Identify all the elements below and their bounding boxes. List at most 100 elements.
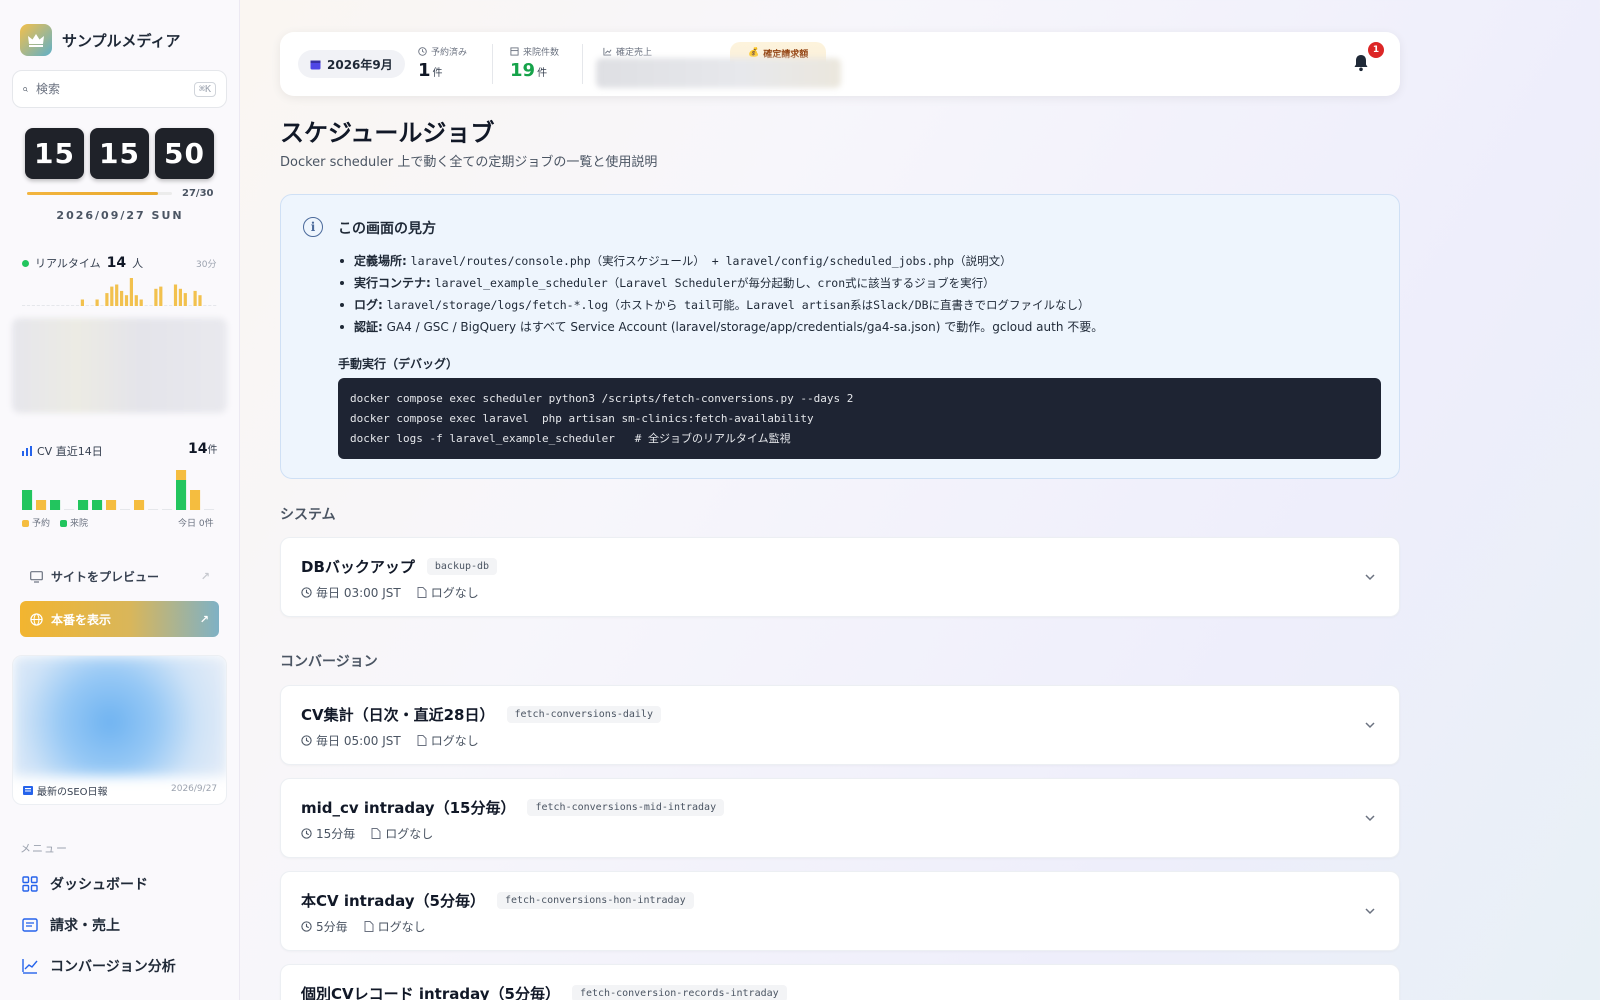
job-card[interactable]: 個別CVレコード intraday（5分毎） fetch-conversion-r… bbox=[280, 964, 1400, 1000]
menu-item-label: 請求・売上 bbox=[50, 918, 120, 934]
realtime-bar bbox=[139, 299, 143, 306]
menu-item-dashboard[interactable]: ダッシュボード bbox=[22, 874, 148, 894]
info-item-container: 実行コンテナ: laravel_example_scheduler（Larave… bbox=[338, 272, 1103, 294]
seo-report-card[interactable]: 最新のSEO日報 2026/9/27 bbox=[12, 655, 227, 805]
job-title: 個別CVレコード intraday（5分毎） bbox=[301, 985, 560, 1000]
realtime-bar-chart bbox=[22, 278, 217, 306]
file-icon bbox=[417, 735, 427, 746]
stat-reserved-label: 予約済み bbox=[431, 48, 468, 58]
job-card[interactable]: CV集計（日次・直近28日） fetch-conversions-daily 毎日… bbox=[280, 685, 1400, 765]
realtime-bar bbox=[144, 305, 148, 306]
realtime-bar bbox=[134, 295, 138, 306]
menu-item-conversion-analysis[interactable]: コンバージョン分析 bbox=[22, 956, 176, 976]
code-line: docker compose exec scheduler python3 /s… bbox=[350, 392, 854, 405]
calendar-icon bbox=[310, 60, 321, 69]
cv-reserve-bar bbox=[106, 500, 117, 510]
info-icon: i bbox=[303, 217, 323, 237]
job-card[interactable]: mid_cv intraday（15分毎） fetch-conversions-m… bbox=[280, 778, 1400, 858]
job-schedule-text: 毎日 05:00 JST bbox=[316, 734, 401, 748]
file-icon bbox=[371, 828, 381, 839]
realtime-bar bbox=[46, 305, 50, 306]
realtime-bar bbox=[169, 305, 173, 306]
divider bbox=[582, 44, 583, 84]
realtime-bar bbox=[203, 305, 207, 306]
cv-empty-bar bbox=[162, 509, 173, 510]
bell-icon[interactable] bbox=[1350, 52, 1372, 74]
clock-icon bbox=[418, 47, 427, 56]
cv-total-value: 14 bbox=[188, 441, 208, 457]
cv-label: CV 直近14日 bbox=[22, 443, 103, 459]
cv-empty-bar bbox=[148, 509, 159, 510]
realtime-bar bbox=[95, 299, 99, 306]
job-log-text: ログなし bbox=[377, 920, 426, 934]
info-item-text: GA4 / GSC / BigQuery はすべて Service Accoun… bbox=[386, 320, 1104, 334]
code-line: docker compose exec laravel php artisan … bbox=[350, 412, 814, 425]
trend-icon bbox=[603, 47, 612, 56]
job-tag: fetch-conversion-records-intraday bbox=[571, 985, 787, 1000]
realtime-bar bbox=[100, 305, 104, 306]
realtime-bar bbox=[159, 286, 163, 306]
job-title: 本CV intraday（5分毎） bbox=[301, 892, 485, 910]
job-title: CV集計（日次・直近28日） bbox=[301, 706, 495, 724]
chevron-down-icon[interactable] bbox=[1363, 718, 1377, 732]
job-log: ログなし bbox=[364, 918, 426, 935]
menu-item-billing[interactable]: 請求・売上 bbox=[22, 915, 120, 935]
realtime-bar bbox=[61, 305, 65, 306]
search-input[interactable] bbox=[35, 82, 186, 96]
view-production-button[interactable]: 本番を表示 ↗ bbox=[20, 601, 219, 637]
blurred-widget bbox=[12, 318, 227, 413]
realtime-bar bbox=[193, 290, 197, 306]
clock-progress-count: 27/30 bbox=[182, 188, 214, 199]
job-schedule-text: 15分毎 bbox=[316, 827, 356, 841]
external-link-icon: ↗ bbox=[199, 612, 209, 626]
realtime-bar bbox=[105, 293, 109, 306]
site-preview-link[interactable]: サイトをプレビュー ↗ bbox=[30, 568, 210, 585]
job-title: mid_cv intraday（15分毎） bbox=[301, 799, 516, 817]
cv-legend: 予約 来院 bbox=[22, 516, 88, 529]
job-log-text: ログなし bbox=[430, 734, 479, 748]
realtime-window: 30分 bbox=[196, 260, 217, 270]
clock-seconds: 50 bbox=[155, 128, 214, 179]
chevron-down-icon[interactable] bbox=[1363, 811, 1377, 825]
job-card[interactable]: DBバックアップ backup-db 毎日 03:00 JST ログなし bbox=[280, 537, 1400, 617]
realtime-bar bbox=[208, 305, 212, 306]
info-item-label: 認証: bbox=[354, 320, 383, 334]
job-card[interactable]: 本CV intraday（5分毎） fetch-conversions-hon-i… bbox=[280, 871, 1400, 951]
crown-icon bbox=[20, 24, 52, 56]
chart-line-icon bbox=[22, 959, 38, 974]
monitor-icon bbox=[30, 570, 43, 583]
info-item-auth: 認証: GA4 / GSC / BigQuery はすべて Service Ac… bbox=[338, 316, 1103, 338]
stat-sales: 確定売上 bbox=[603, 45, 652, 58]
cv-total: 14件 bbox=[188, 441, 217, 457]
info-item-text: laravel_example_scheduler（Laravel Schedu… bbox=[434, 276, 995, 290]
job-tag: fetch-conversions-hon-intraday bbox=[496, 892, 694, 909]
search-box[interactable]: ⌘K bbox=[12, 70, 227, 108]
chevron-down-icon[interactable] bbox=[1363, 570, 1377, 584]
menu-heading: メニュー bbox=[20, 842, 68, 855]
brand[interactable]: サンプルメディア bbox=[20, 24, 181, 56]
code-block[interactable]: docker compose exec scheduler python3 /s… bbox=[338, 378, 1381, 459]
realtime-bar bbox=[124, 295, 129, 306]
info-item-log: ログ: laravel/storage/logs/fetch-*.log（ホスト… bbox=[338, 294, 1103, 316]
info-item-definition: 定義場所: laravel/routes/console.php（実行スケジュー… bbox=[338, 250, 1103, 272]
page-title: スケジュールジョブ bbox=[280, 119, 495, 147]
bar-chart-icon bbox=[22, 446, 32, 456]
info-title: この画面の見方 bbox=[338, 221, 436, 237]
job-log: ログなし bbox=[371, 825, 433, 842]
job-schedule-text: 5分毎 bbox=[316, 920, 348, 934]
menu-item-label: コンバージョン分析 bbox=[50, 959, 176, 975]
seo-report-title: 最新のSEO日報 bbox=[23, 783, 108, 798]
realtime-bar bbox=[71, 305, 75, 306]
clock-icon bbox=[301, 587, 312, 598]
job-schedule-text: 毎日 03:00 JST bbox=[316, 586, 401, 600]
month-selector[interactable]: 2026年9月 bbox=[298, 50, 405, 78]
stat-reserved-value: 1 bbox=[418, 60, 431, 81]
sidebar: サンプルメディア ⌘K 15 15 50 27/30 2026/09/27 SU… bbox=[0, 0, 240, 1000]
realtime-bar bbox=[110, 286, 114, 306]
chevron-down-icon[interactable] bbox=[1363, 904, 1377, 918]
realtime-bar bbox=[183, 293, 187, 306]
site-preview-label: サイトをプレビュー bbox=[51, 570, 160, 584]
clock-minutes: 15 bbox=[90, 128, 149, 179]
realtime-bar bbox=[198, 295, 202, 306]
stat-visits-label: 来院件数 bbox=[523, 48, 560, 58]
